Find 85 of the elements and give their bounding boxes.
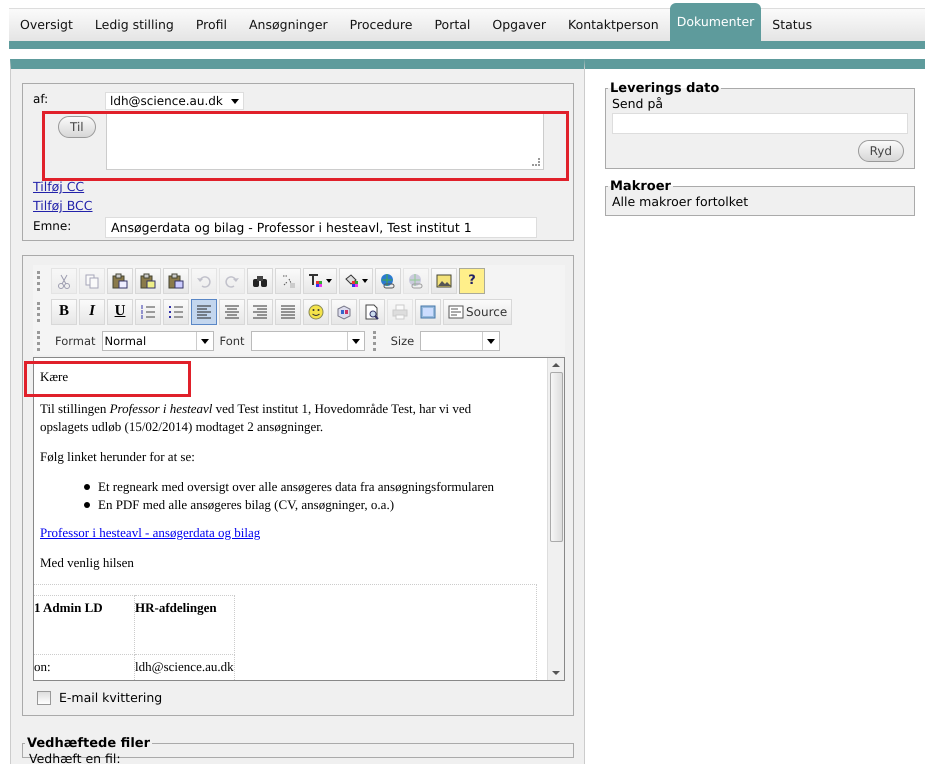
- field-label: Vedhæft en fil:: [29, 751, 122, 764]
- section-title: Vedhæftede filer: [26, 736, 152, 751]
- subject-field[interactable]: Ansøgerdata og bilag - Professor i hesteavl, Test institut 1: [105, 217, 537, 238]
- paste-word-icon: [168, 272, 184, 288]
- to-button[interactable]: Til: [58, 116, 96, 138]
- paragraph: Følg linket herunder for at se:: [40, 448, 196, 466]
- tab[interactable]: Status: [761, 9, 824, 41]
- to-field[interactable]: [106, 112, 544, 170]
- paint-bucket-icon: [344, 272, 360, 288]
- tab[interactable]: Opgaver: [481, 9, 557, 41]
- table-cell: HR-afdelingen: [134, 596, 234, 654]
- numbered-list-icon: [140, 304, 156, 320]
- section-title: Leverings dato: [609, 81, 720, 96]
- scissors-icon: [56, 272, 72, 288]
- combo-label: Size: [390, 334, 416, 348]
- paste-icon: [112, 272, 128, 288]
- combo-label: Format: [54, 334, 97, 348]
- section-title: Makroer: [609, 179, 672, 194]
- date-field[interactable]: [612, 113, 908, 134]
- justify-icon: [280, 304, 296, 320]
- from-label: af:: [33, 92, 50, 106]
- combo-label: Font: [218, 334, 246, 348]
- image-icon: [436, 272, 452, 288]
- scroll-down-icon: [552, 671, 560, 675]
- caret-icon: [326, 278, 332, 282]
- paragraph: Kære: [40, 368, 70, 386]
- toolbar-button[interactable]: ?: [459, 268, 485, 294]
- blocks-icon: [420, 304, 436, 320]
- dropdown[interactable]: Normal: [102, 331, 214, 351]
- toolbar-button[interactable]: B: [51, 298, 77, 324]
- list-item: En PDF med alle ansøgeres bilag (CV, ansøgninger, o.a.): [98, 496, 394, 514]
- clear-button[interactable]: Ryd: [858, 140, 904, 162]
- align-right-icon: [252, 304, 268, 320]
- toolbar-button[interactable]: Source: [443, 298, 512, 324]
- toolbar-grip-icon: [37, 270, 43, 290]
- align-center-icon: [224, 304, 240, 320]
- replace-icon: [280, 272, 296, 288]
- toolbar-grip-icon: [37, 302, 43, 322]
- tab[interactable]: Oversigt: [9, 9, 84, 41]
- caret-icon: [362, 278, 368, 282]
- toolbar-button[interactable]: I: [79, 298, 105, 324]
- list-item: Et regneark med oversigt over alle ansøgeres data fra ansøgningsformularen: [98, 478, 494, 496]
- globe-link-icon: [380, 272, 396, 288]
- tab[interactable]: Procedure: [338, 9, 424, 41]
- paragraph: Med venlig hilsen: [40, 554, 135, 572]
- status-text: Alle makroer fortolket: [612, 194, 750, 209]
- globe-icon: [408, 272, 424, 288]
- tab[interactable]: Kontaktperson: [557, 9, 670, 41]
- preview-icon: [364, 304, 380, 320]
- scroll-thumb[interactable]: [550, 372, 562, 542]
- scrollbar[interactable]: [547, 358, 564, 680]
- toolbar-button[interactable]: [191, 298, 217, 324]
- add-recipient-link[interactable]: Tilføj CC: [33, 179, 84, 194]
- from-select[interactable]: ldh@science.au.dk: [105, 92, 244, 110]
- bullet-list-icon: [168, 304, 184, 320]
- bullet-icon: [84, 502, 90, 508]
- toolbar-button[interactable]: U: [107, 298, 133, 324]
- editor-area[interactable]: [33, 357, 565, 681]
- tab[interactable]: Profil: [184, 9, 238, 41]
- add-recipient-link[interactable]: Tilføj BCC: [33, 198, 93, 213]
- table-cell: ldh@science.au.dk: [134, 654, 234, 680]
- bullet-icon: [84, 484, 90, 490]
- table-cell: 1 Admin LD: [34, 596, 134, 654]
- checkbox-label: E-mail kvittering: [59, 690, 162, 705]
- caret-icon: [230, 98, 239, 104]
- source-icon: [448, 304, 464, 320]
- resize-grip-icon: [532, 158, 540, 166]
- toolbar-grip-icon: [37, 331, 43, 351]
- smiley-icon: [308, 304, 324, 320]
- paste-text-icon: [140, 272, 156, 288]
- align-left-icon: [196, 304, 212, 320]
- subject-label: Emne:: [33, 218, 72, 232]
- scroll-up-icon: [552, 363, 560, 367]
- copy-icon: [84, 272, 100, 288]
- tab[interactable]: Ansøgninger: [238, 9, 339, 41]
- tab[interactable]: Ledig stilling: [84, 9, 185, 41]
- field-label: Send på: [612, 96, 664, 111]
- tab[interactable]: Portal: [423, 9, 482, 41]
- toolbar-grip-icon: [372, 331, 379, 351]
- document-link[interactable]: Professor i hesteavl - ansøgerdata og bilag: [40, 525, 260, 540]
- text-color-icon: [308, 272, 324, 288]
- cube-icon: [336, 304, 352, 320]
- paragraph: Til stillingen Professor i hesteavl ved Test institut 1, Hovedområde Test, har vi ved opslagets udløb (15/02/2014) modtaget 2 ansøgninger.: [40, 400, 472, 436]
- checkbox[interactable]: [37, 690, 51, 704]
- printer-icon: [392, 304, 408, 320]
